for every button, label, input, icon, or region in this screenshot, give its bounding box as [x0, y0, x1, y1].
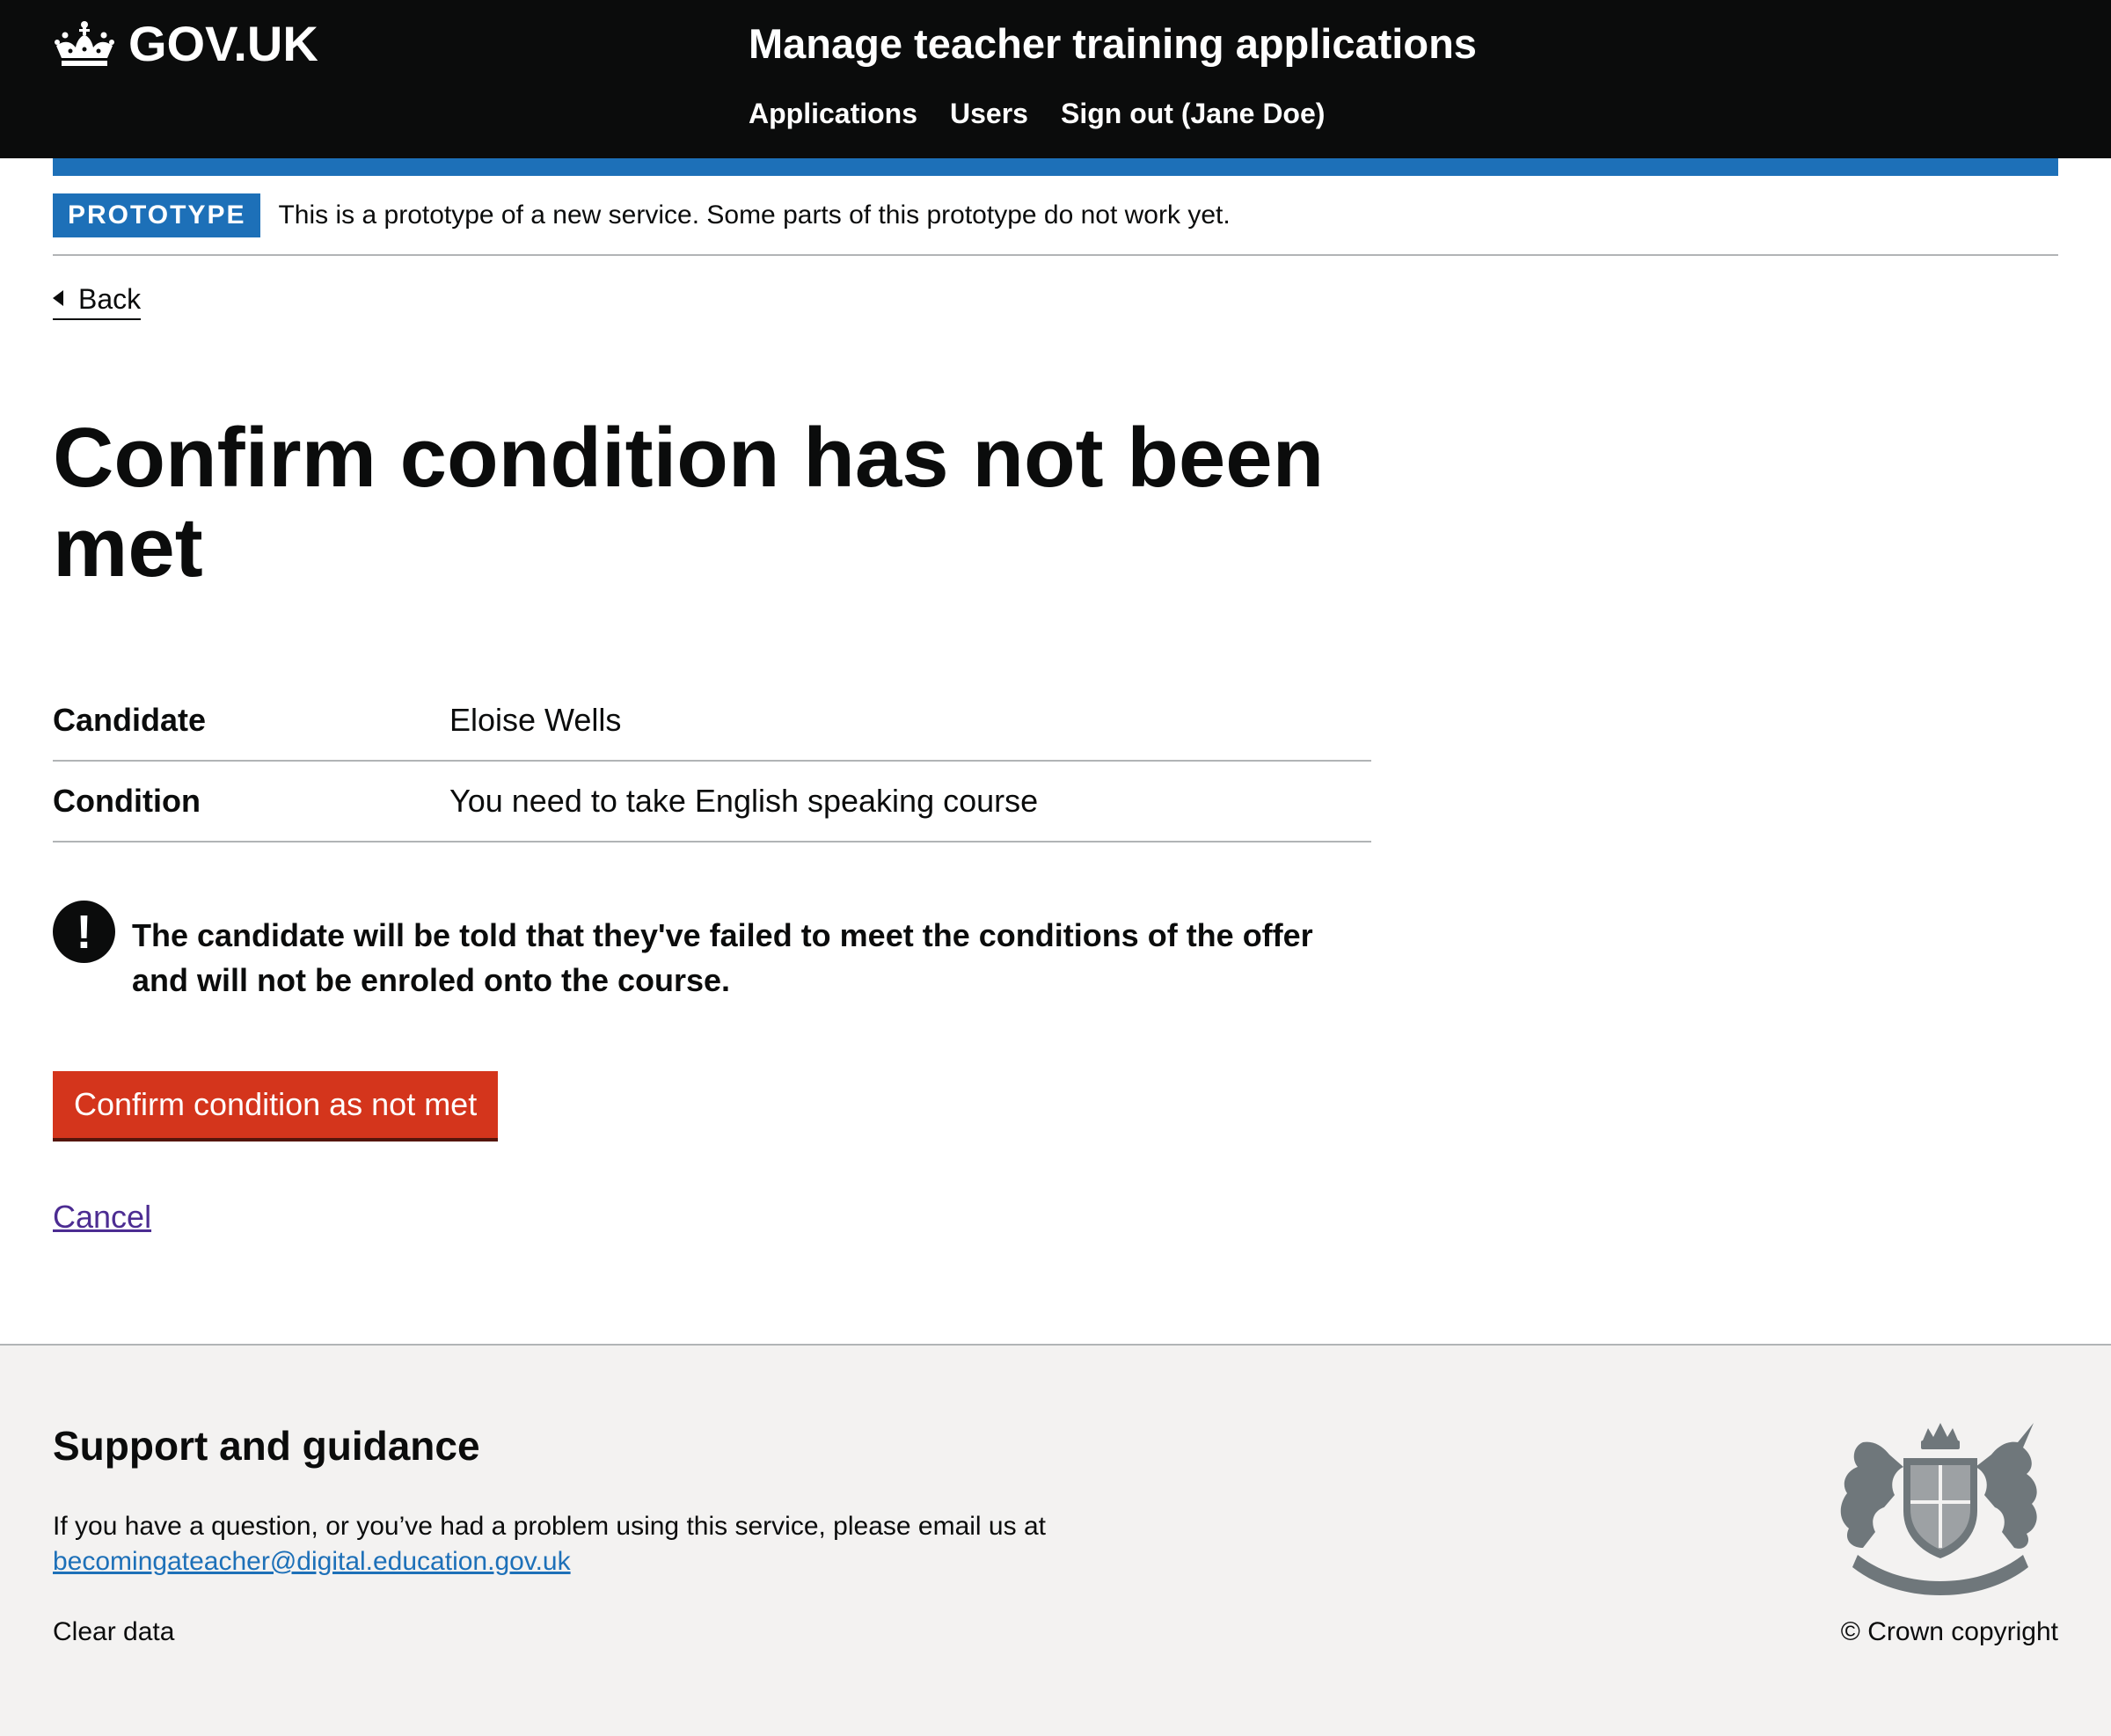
summary-key: Candidate [53, 702, 207, 738]
footer-support-message: If you have a question, or you’ve had a … [53, 1512, 1046, 1541]
site-header: GOV.UK Manage teacher training applicati… [0, 0, 2111, 176]
confirm-condition-not-met-button[interactable]: Confirm condition as not met [53, 1071, 499, 1138]
govuk-logo-link[interactable]: GOV.UK [53, 16, 318, 72]
support-email-link[interactable]: becomingateacher@digital.education.gov.u… [53, 1547, 571, 1576]
clear-data-link[interactable]: Clear data [53, 1615, 174, 1650]
warning-icon: ! [53, 901, 115, 963]
warning-message: The candidate will be told that they've … [132, 917, 1313, 998]
royal-coat-of-arms-icon [1840, 1423, 2037, 1595]
summary-row-candidate: Candidate Eloise Wells [53, 681, 1371, 762]
warning-text: ! The candidate will be told that they'v… [53, 901, 1371, 1003]
page-title: Confirm condition has not been met [53, 411, 1325, 594]
phase-tag: PROTOTYPE [53, 193, 261, 237]
back-link-label: Back [78, 283, 142, 315]
summary-list: Candidate Eloise Wells Condition You nee… [53, 681, 1371, 842]
back-link[interactable]: Back [53, 280, 142, 320]
nav-item-sign-out[interactable]: Sign out (Jane Doe) [1061, 91, 1325, 135]
crown-copyright-link[interactable]: © Crown copyright [1841, 1615, 2058, 1650]
summary-row-condition: Condition You need to take English speak… [53, 762, 1371, 842]
nav-item-users[interactable]: Users [950, 91, 1028, 135]
crown-icon [55, 21, 114, 66]
govuk-logo-text: GOV.UK [128, 16, 318, 71]
summary-value: You need to take English speaking course [449, 783, 1039, 819]
footer-support-text: If you have a question, or you’ve had a … [53, 1509, 1284, 1579]
cancel-link[interactable]: Cancel [53, 1193, 151, 1242]
nav-item-applications[interactable]: Applications [749, 91, 917, 135]
header-blue-bar [53, 158, 2058, 176]
header-navigation: Applications Users Sign out (Jane Doe) [749, 91, 1325, 135]
summary-value: Eloise Wells [449, 702, 622, 738]
footer-heading: Support and guidance [53, 1423, 480, 1469]
summary-key: Condition [53, 783, 201, 819]
phase-banner-text: This is a prototype of a new service. So… [278, 201, 1231, 230]
chevron-left-icon [53, 290, 63, 306]
site-footer: Support and guidance If you have a quest… [0, 1344, 2111, 1736]
service-name-link[interactable]: Manage teacher training applications [749, 18, 1477, 70]
